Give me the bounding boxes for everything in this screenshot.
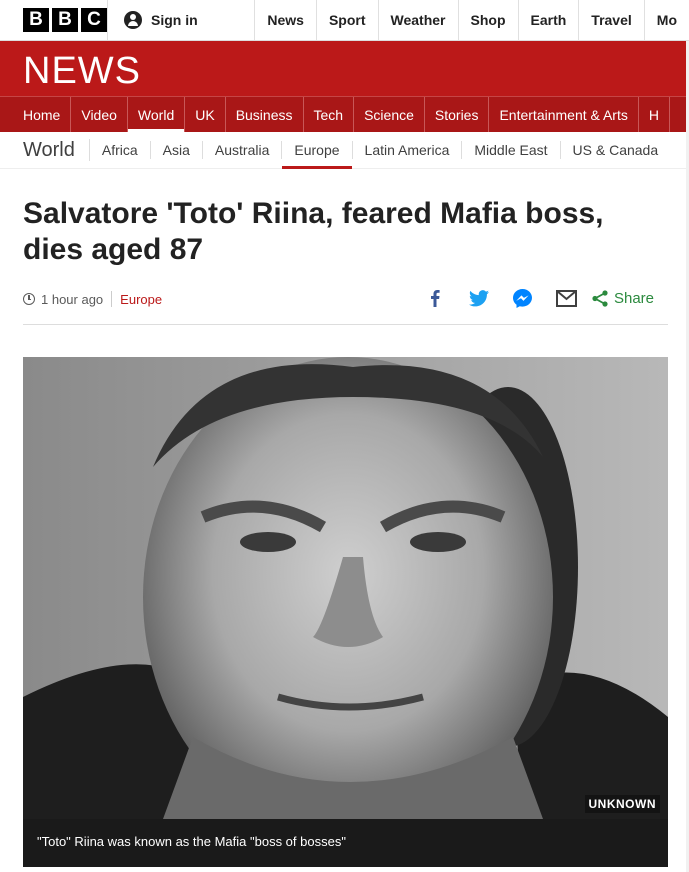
top-nav-travel[interactable]: Travel	[579, 0, 645, 40]
bbc-logo-letter: C	[81, 8, 107, 32]
section-title[interactable]: World	[0, 139, 90, 161]
portrait-illustration	[23, 357, 668, 819]
sub-nav-europe[interactable]: Europe	[282, 141, 353, 169]
news-wordmark[interactable]: NEWS	[23, 50, 141, 93]
article-photo: UNKNOWN	[23, 357, 668, 819]
meta-divider	[111, 291, 113, 307]
main-nav-stories[interactable]: Stories	[425, 97, 490, 132]
article-figure: UNKNOWN "Toto" Riina was known as the Ma…	[23, 357, 668, 867]
main-nav-science[interactable]: Science	[354, 97, 425, 132]
main-nav: Home Video World UK Business Tech Scienc…	[0, 96, 689, 132]
timestamp: 1 hour ago Europe	[23, 291, 162, 307]
sub-nav-africa[interactable]: Africa	[90, 141, 151, 159]
world-sub-nav: World Africa Asia Australia Europe Latin…	[0, 132, 689, 169]
article-meta: 1 hour ago Europe Share	[23, 285, 668, 325]
sub-nav-us-canada[interactable]: US & Canada	[561, 141, 671, 159]
top-nav-news[interactable]: News	[255, 0, 317, 40]
email-icon[interactable]	[556, 287, 578, 309]
sub-nav-asia[interactable]: Asia	[151, 141, 203, 159]
sign-in-link[interactable]: Sign in	[108, 0, 256, 40]
bbc-logo-letter: B	[23, 8, 49, 32]
top-nav-sport[interactable]: Sport	[317, 0, 379, 40]
article-headline: Salvatore 'Toto' Riina, feared Mafia bos…	[23, 197, 604, 266]
news-masthead: NEWS	[0, 41, 689, 96]
share-tools: Share	[424, 287, 654, 309]
image-copyright: UNKNOWN	[584, 795, 660, 813]
main-nav-home[interactable]: Home	[0, 97, 72, 132]
sign-in-label: Sign in	[151, 12, 198, 28]
bbc-logo-letter: B	[52, 8, 78, 32]
facebook-icon[interactable]	[424, 287, 446, 309]
user-icon	[124, 11, 142, 29]
timestamp-text: 1 hour ago	[41, 291, 104, 307]
main-nav-world[interactable]: World	[127, 97, 186, 132]
section-link[interactable]: Europe	[120, 292, 162, 307]
main-nav-uk[interactable]: UK	[185, 97, 226, 132]
image-caption: "Toto" Riina was known as the Mafia "bos…	[23, 819, 668, 867]
top-nav-more[interactable]: Mo	[645, 0, 689, 40]
sub-nav-latin-america[interactable]: Latin America	[353, 141, 463, 159]
messenger-icon[interactable]	[512, 287, 534, 309]
main-nav-video[interactable]: Video	[71, 97, 128, 132]
top-nav: News Sport Weather Shop Earth Travel Mo	[255, 0, 689, 40]
sub-nav-australia[interactable]: Australia	[203, 141, 283, 159]
bbc-top-bar: B B C Sign in News Sport Weather Shop Ea…	[0, 0, 689, 41]
clock-icon	[23, 293, 35, 305]
main-nav-business[interactable]: Business	[226, 97, 304, 132]
share-button[interactable]: Share	[592, 290, 654, 307]
share-label: Share	[613, 289, 654, 307]
twitter-icon[interactable]	[468, 287, 490, 309]
sub-nav-middle-east[interactable]: Middle East	[462, 141, 561, 159]
main-nav-tech[interactable]: Tech	[304, 97, 355, 132]
share-icon	[592, 289, 608, 307]
main-nav-entertainment-arts[interactable]: Entertainment & Arts	[489, 97, 639, 132]
bbc-logo[interactable]: B B C	[0, 0, 108, 40]
main-nav-health[interactable]: H	[639, 97, 670, 132]
top-nav-weather[interactable]: Weather	[379, 0, 459, 40]
top-nav-earth[interactable]: Earth	[519, 0, 580, 40]
top-nav-shop[interactable]: Shop	[459, 0, 519, 40]
